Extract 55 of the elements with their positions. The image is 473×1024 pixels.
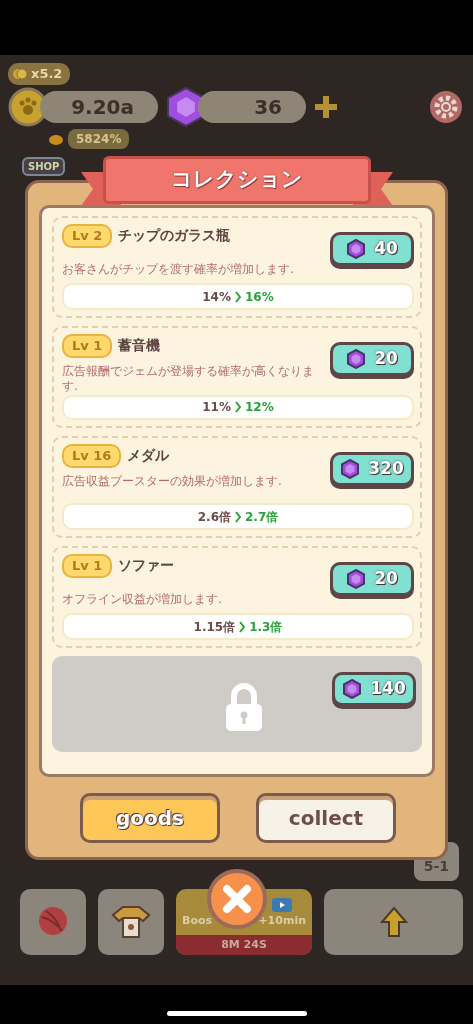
up-arrow-icon [379,906,408,938]
item-name: 蓄音機 [118,336,161,356]
multiplier-badge: x5.2 [8,63,71,85]
plus-icon [314,94,338,119]
upgrade-button[interactable] [324,889,463,955]
tab[interactable]: goods [80,793,220,843]
tab[interactable]: collect [256,793,396,843]
price-button[interactable]: 320 [330,452,414,486]
next-value: 16% [245,288,274,306]
chevron-icon [235,510,241,523]
current-value: 2.6倍 [197,508,231,526]
gem-icon [342,679,363,699]
item-description: 広告収益ブースターの効果が増加します. [62,473,283,490]
coin-balance: 9.20a [40,90,158,123]
current-value: 1.15倍 [193,618,236,636]
level-badge: Lv 2 [62,224,113,248]
current-value: 14% [202,288,231,306]
price-button[interactable]: 20 [330,342,414,376]
dialog-title: コレクション [103,156,371,204]
close-icon [222,884,252,914]
level-badge: Lv 16 [62,444,122,468]
boost-timer: 8M 24S [176,935,312,955]
chevron-icon [235,401,241,414]
settings-icon[interactable] [429,89,463,124]
video-icon [271,897,294,913]
item-name: ソファー [118,556,175,576]
gem-icon [346,349,367,369]
item-name: チップのガラス瓶 [118,226,231,246]
gem-balance: 36 [198,90,306,123]
current-value: 11% [202,399,231,417]
gem-icon [340,459,361,479]
chevron-icon [235,290,241,303]
price-button[interactable]: 40 [330,232,414,266]
shirt-icon [111,905,151,939]
boost-bonus: +10min [258,913,306,929]
price-button[interactable]: 140 [332,672,416,706]
yarn-button[interactable] [20,889,86,955]
next-value: 1.3倍 [249,618,283,636]
price-button[interactable]: 20 [330,562,414,596]
level-badge: Lv 1 [62,554,113,578]
shirt-button[interactable] [98,889,164,955]
bonus-rate: 5824% [68,128,130,149]
gem-icon [346,569,367,589]
item-description: お客さんがチップを渡す確率が増加します. [62,261,295,278]
next-value: 2.7倍 [245,508,279,526]
level-badge: Lv 1 [62,334,113,358]
item-description: 広告報酬でジェムが登場する確率が高くなります. [62,363,315,395]
coins-icon [12,66,28,81]
gem-icon [346,239,367,259]
shop-label[interactable]: SHOP [22,156,66,176]
next-value: 12% [245,399,274,417]
item-name: メダル [127,446,170,466]
boost-label: Boos [182,913,213,929]
chevron-icon [239,620,246,633]
item-description: オフライン収益が増加します. [62,591,223,608]
